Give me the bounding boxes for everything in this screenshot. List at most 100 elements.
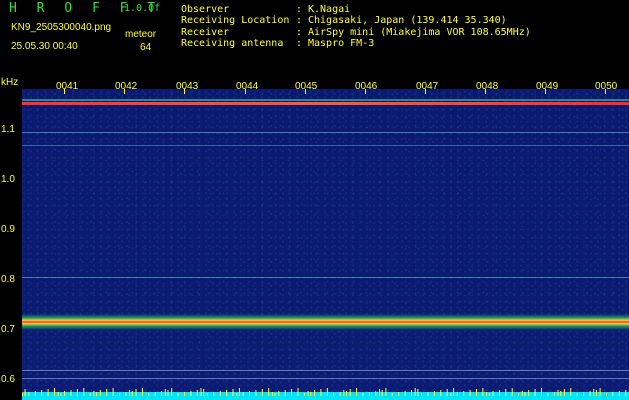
baseline-tick — [200, 388, 202, 396]
location-value: Chigasaki, Japan (139.414 35.340) — [308, 15, 507, 26]
baseline-tick — [553, 392, 555, 396]
baseline-tick — [421, 393, 423, 396]
baseline-tick — [511, 388, 513, 396]
y-tick-label: 0.7 — [1, 324, 15, 335]
strong-signal-band — [22, 102, 629, 105]
baseline-tick — [297, 388, 299, 396]
signal-band-halo — [22, 99, 629, 101]
baseline-tick — [112, 388, 114, 396]
baseline-tick — [249, 391, 250, 396]
baseline-tick — [398, 392, 400, 396]
baseline-tick — [583, 392, 585, 396]
spectrogram-plot[interactable] — [22, 89, 629, 400]
carrier-line — [22, 277, 629, 278]
baseline-tick — [534, 389, 536, 396]
baseline-tick — [119, 393, 120, 396]
baseline-tick — [99, 390, 101, 396]
baseline-tick — [28, 392, 30, 396]
baseline-tick — [161, 391, 163, 396]
carrier-line — [22, 132, 629, 133]
baseline-tick — [456, 392, 458, 396]
baseline-tick — [385, 388, 387, 396]
baseline-tick — [106, 389, 108, 396]
baseline-tick — [440, 390, 442, 396]
antenna-label: Receiving antenna — [181, 38, 284, 49]
baseline-tick — [131, 391, 133, 396]
baseline-tick — [242, 392, 244, 396]
baseline-tick — [320, 389, 322, 396]
baseline-tick — [164, 389, 166, 396]
baseline-tick — [184, 392, 185, 396]
baseline-tick — [261, 389, 263, 396]
baseline-tick — [528, 390, 530, 396]
y-tick-label: 1.0 — [1, 174, 15, 185]
baseline-tick — [219, 391, 221, 396]
baseline-tick — [310, 392, 312, 396]
baseline-tick — [379, 389, 380, 396]
baseline-tick — [129, 390, 131, 396]
baseline-tick — [141, 388, 143, 396]
baseline-tick — [593, 389, 595, 396]
baseline-tick — [34, 391, 36, 396]
baseline-tick — [339, 392, 341, 396]
header-panel: H R O F F T 1.0.0f KN9_2505300040.png me… — [0, 0, 629, 77]
baseline-tick — [446, 389, 448, 396]
baseline-tick — [589, 391, 591, 396]
baseline-tick — [343, 390, 345, 396]
baseline-tick — [404, 391, 406, 396]
x-tick-mark — [64, 89, 65, 94]
baseline-tick — [488, 393, 490, 396]
baseline-tick — [278, 391, 280, 396]
x-tick-mark — [305, 89, 306, 94]
x-tick-mark — [425, 89, 426, 94]
baseline-tick — [505, 389, 507, 396]
baseline-tick — [148, 393, 150, 396]
baseline-tick — [411, 390, 412, 396]
baseline-tick — [24, 389, 26, 396]
baseline-tick — [271, 392, 273, 396]
baseline-tick — [303, 393, 305, 396]
baseline-tick — [563, 389, 565, 396]
baseline-tick — [93, 391, 95, 396]
antenna-separator: : — [296, 38, 303, 49]
y-tick-label: 0.9 — [1, 224, 15, 235]
x-tick-mark — [184, 89, 185, 94]
baseline-tick — [524, 392, 526, 396]
gain-value: 64 — [140, 42, 152, 53]
baseline-tick — [463, 391, 465, 396]
location-separator: : — [296, 15, 303, 26]
baseline-tick — [226, 390, 228, 396]
baseline-tick — [595, 390, 597, 396]
baseline-tick — [236, 393, 238, 396]
baseline-tick — [41, 390, 43, 396]
baseline-tick — [414, 388, 416, 396]
antenna-value: Maspro FM-3 — [308, 38, 375, 49]
baseline-tick — [486, 392, 488, 396]
station-name: meteor — [125, 29, 157, 40]
baseline-tick — [274, 393, 276, 396]
x-tick-mark — [124, 89, 125, 94]
baseline-tick — [70, 390, 72, 396]
x-tick-mark — [545, 89, 546, 94]
baseline-tick — [391, 393, 393, 396]
baseline-tick — [135, 389, 137, 396]
baseline-tick — [203, 389, 205, 396]
baseline-tick — [83, 388, 85, 396]
baseline-tick — [618, 391, 620, 396]
baseline-tick — [76, 389, 78, 396]
baseline-tick — [625, 390, 627, 396]
x-tick-mark — [245, 89, 246, 94]
baseline-tick — [60, 393, 62, 396]
baseline-tick — [346, 391, 347, 396]
baseline-tick — [333, 393, 335, 396]
baseline-tick — [171, 388, 173, 396]
baseline-tick — [57, 392, 59, 396]
baseline-tick — [177, 393, 179, 396]
baseline-tick — [433, 391, 435, 396]
baseline-tick — [125, 392, 127, 396]
baseline-tick — [417, 389, 419, 396]
baseline-tick — [541, 388, 542, 396]
baseline-tick — [206, 393, 208, 396]
file-name: KN9_2505300040.png — [11, 22, 112, 33]
baseline-tick — [518, 393, 520, 396]
